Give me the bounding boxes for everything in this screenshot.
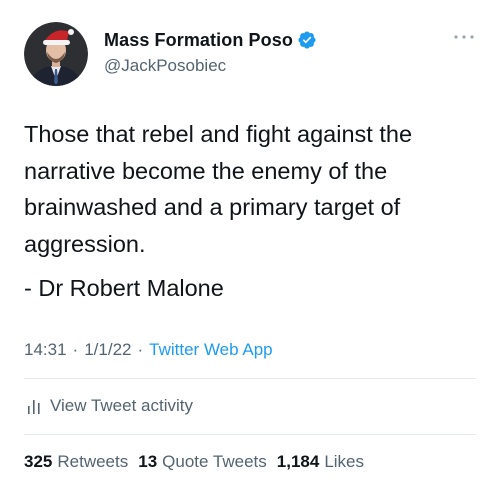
meta-separator: ·: [72, 340, 79, 359]
quote-tweets-label: Quote Tweets: [162, 452, 267, 471]
tweet-attribution: - Dr Robert Malone: [24, 275, 224, 301]
divider: [24, 434, 476, 435]
display-name-row: Mass Formation Poso: [104, 28, 317, 52]
tweet-header: Mass Formation Poso @JackPosobiec: [24, 22, 476, 86]
more-dots-icon[interactable]: [452, 32, 476, 42]
verified-badge-icon: [298, 31, 316, 49]
divider: [24, 378, 476, 379]
author-names: Mass Formation Poso @JackPosobiec: [104, 28, 317, 76]
quote-tweets-count: 13: [138, 452, 158, 471]
retweets-label: Retweets: [57, 452, 129, 471]
quote-tweets-stat[interactable]: 13 Quote Tweets: [138, 452, 267, 472]
view-activity-label: View Tweet activity: [50, 396, 193, 415]
likes-label: Likes: [324, 452, 364, 471]
tweet-card: Mass Formation Poso @JackPosobiec Those …: [0, 0, 500, 489]
tweet-text: Those that rebel and fight against the n…: [24, 121, 413, 257]
retweets-stat[interactable]: 325 Retweets: [24, 452, 128, 472]
avatar[interactable]: [24, 22, 88, 86]
bar-chart-icon: [28, 400, 40, 414]
retweets-count: 325: [24, 452, 53, 471]
user-avatar-icon: [24, 22, 88, 86]
view-activity-button[interactable]: View Tweet activity: [24, 394, 193, 418]
likes-stat[interactable]: 1,184 Likes: [277, 452, 364, 472]
display-name[interactable]: Mass Formation Poso: [104, 30, 293, 51]
likes-count: 1,184: [276, 452, 320, 471]
tweet-stats: 325 Retweets 13 Quote Tweets 1,184 Likes: [24, 452, 374, 472]
tweet-time[interactable]: 14:31: [24, 340, 67, 360]
author-handle[interactable]: @JackPosobiec: [104, 56, 317, 76]
tweet-source-link[interactable]: Twitter Web App: [149, 340, 272, 360]
tweet-meta: 14:31 · 1/1/22 · Twitter Web App: [24, 340, 273, 360]
meta-separator: ·: [137, 340, 144, 359]
tweet-date[interactable]: 1/1/22: [84, 340, 131, 360]
